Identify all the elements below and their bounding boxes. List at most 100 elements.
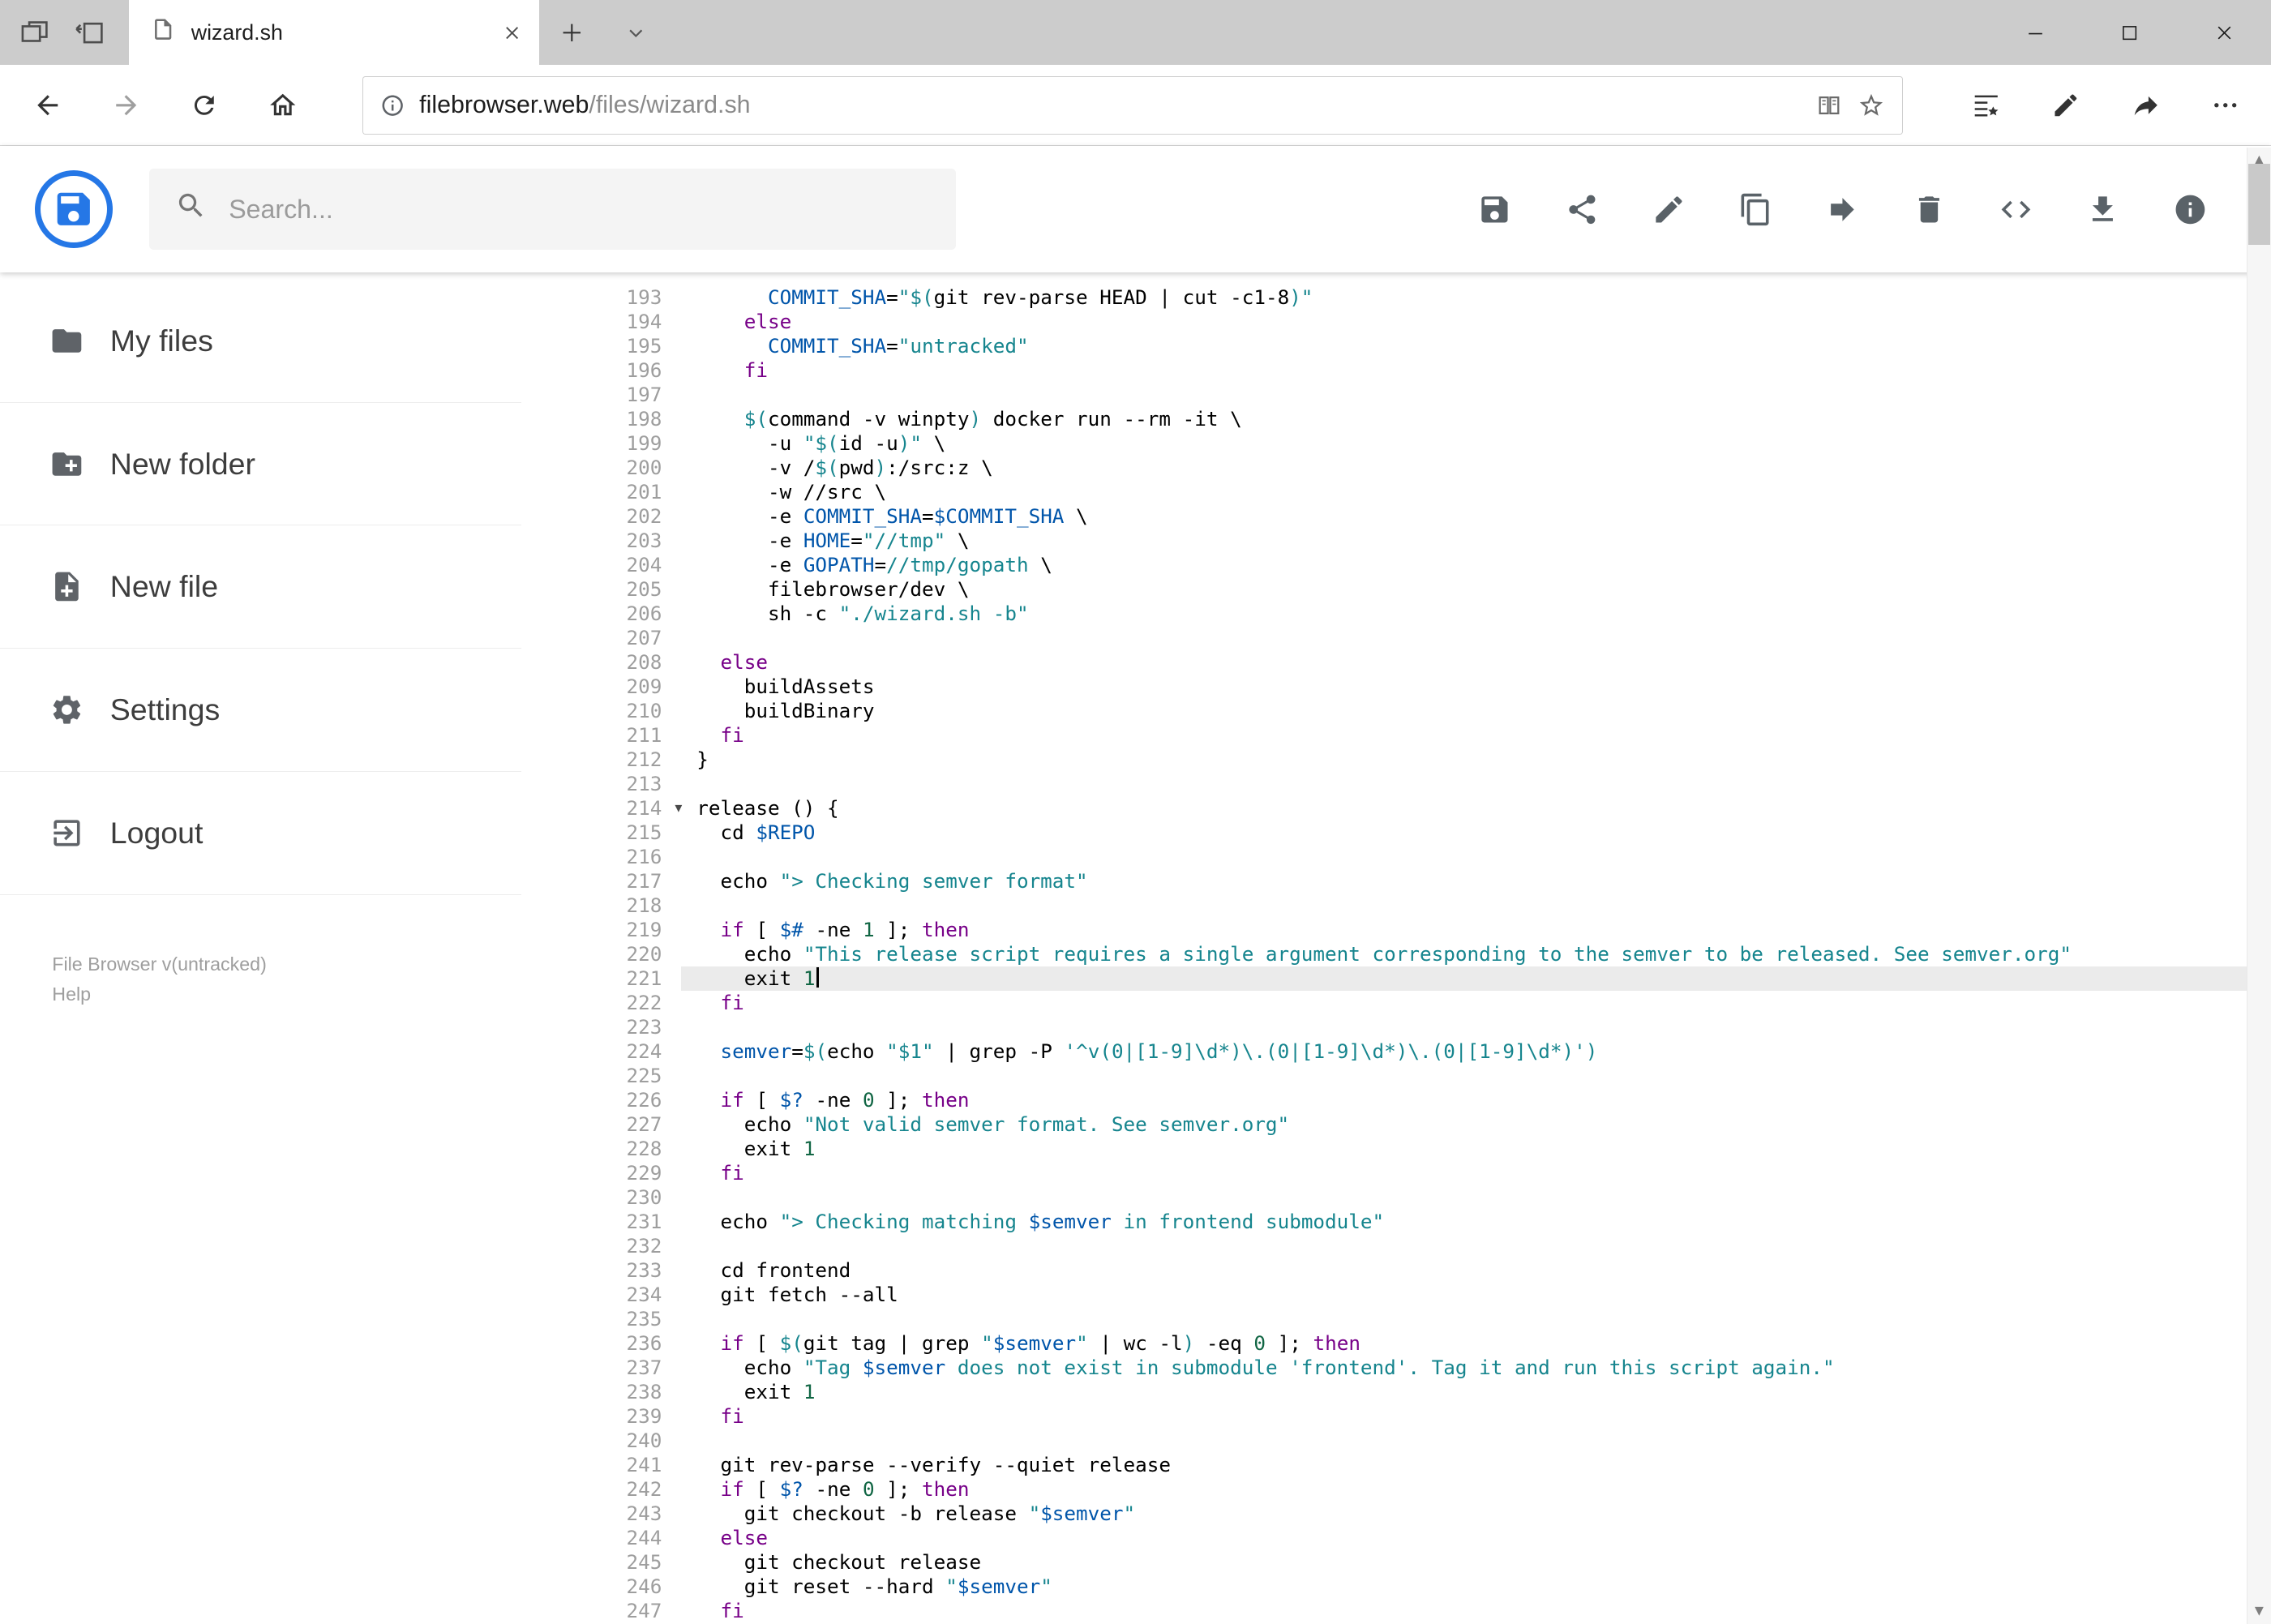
delete-button[interactable] (1912, 192, 1947, 227)
url-text[interactable]: filebrowser.web/files/wizard.sh (419, 92, 1801, 119)
code-line[interactable]: 242 if [ $? -ne 0 ]; then (582, 1477, 2271, 1502)
code-line[interactable]: 241 git rev-parse --verify --quiet relea… (582, 1453, 2271, 1477)
code-line[interactable]: 211 fi (582, 723, 2271, 748)
code-line[interactable]: 229 fi (582, 1161, 2271, 1185)
code-line[interactable]: 238 exit 1 (582, 1380, 2271, 1404)
tab-list-chevron-icon[interactable] (606, 0, 666, 65)
code-line[interactable]: 213 (582, 772, 2271, 796)
fold-arrow-icon[interactable]: ▾ (675, 796, 682, 821)
save-button[interactable] (1477, 192, 1512, 227)
code-button[interactable] (1999, 192, 2033, 227)
code-line[interactable]: 247 fi (582, 1599, 2271, 1623)
favorite-star-icon[interactable] (1858, 92, 1885, 119)
code-line[interactable]: 232 (582, 1234, 2271, 1258)
close-window-button[interactable] (2177, 0, 2271, 65)
code-line[interactable]: 246 git reset --hard "$semver" (582, 1575, 2271, 1599)
edit-button[interactable] (1652, 192, 1686, 227)
code-line[interactable]: 197 (582, 383, 2271, 407)
code-line[interactable]: 219 if [ $# -ne 1 ]; then (582, 918, 2271, 942)
more-options-button[interactable] (2186, 71, 2265, 140)
sidebar-item-settings[interactable]: Settings (0, 649, 522, 773)
back-button[interactable] (9, 71, 87, 140)
code-line[interactable]: 193 COMMIT_SHA="$(git rev-parse HEAD | c… (582, 285, 2271, 310)
scroll-down-icon[interactable]: ▼ (2247, 1599, 2271, 1623)
code-line[interactable]: 206 sh -c "./wizard.sh -b" (582, 602, 2271, 626)
code-line[interactable]: 225 (582, 1064, 2271, 1088)
home-button[interactable] (243, 71, 321, 140)
code-line[interactable]: 220 echo "This release script requires a… (582, 942, 2271, 966)
page-scrollbar[interactable]: ▲ ▼ (2246, 148, 2271, 1624)
search-input[interactable] (229, 194, 930, 225)
web-note-pen-button[interactable] (2026, 71, 2106, 140)
code-line[interactable]: 194 else (582, 310, 2271, 334)
code-line[interactable]: 205 filebrowser/dev \ (582, 577, 2271, 602)
code-line[interactable]: 239 fi (582, 1404, 2271, 1429)
code-line[interactable]: 221 exit 1 (582, 966, 2271, 991)
code-line[interactable]: 212} (582, 748, 2271, 772)
move-button[interactable] (1825, 192, 1860, 227)
code-line[interactable]: 231 echo "> Checking matching $semver in… (582, 1210, 2271, 1234)
code-line[interactable]: 195 COMMIT_SHA="untracked" (582, 334, 2271, 358)
code-line[interactable]: 204 -e GOPATH=//tmp/gopath \ (582, 553, 2271, 577)
code-line[interactable]: 209 buildAssets (582, 675, 2271, 699)
share-page-button[interactable] (2106, 71, 2185, 140)
code-line[interactable]: 244 else (582, 1526, 2271, 1550)
code-line[interactable]: 215 cd $REPO (582, 821, 2271, 845)
download-button[interactable] (2085, 192, 2120, 227)
code-line[interactable]: 236 if [ $(git tag | grep "$semver" | wc… (582, 1331, 2271, 1356)
sidebar-item-logout[interactable]: Logout (0, 772, 522, 895)
code-line[interactable]: 214 ▾ release () { (582, 796, 2271, 821)
code-line[interactable]: 227 echo "Not valid semver format. See s… (582, 1112, 2271, 1137)
code-line[interactable]: 216 (582, 845, 2271, 869)
info-button[interactable] (2173, 192, 2208, 227)
code-line[interactable]: 201 -w //src \ (582, 480, 2271, 504)
code-line[interactable]: 240 (582, 1429, 2271, 1453)
reading-view-icon[interactable] (1815, 92, 1843, 119)
code-line[interactable]: 235 (582, 1307, 2271, 1331)
browser-tab[interactable]: wizard.sh (128, 0, 539, 66)
site-info-icon[interactable] (380, 93, 405, 118)
code-line[interactable]: 243 git checkout -b release "$semver" (582, 1502, 2271, 1526)
minimize-button[interactable] (1989, 0, 2083, 65)
share-button[interactable] (1565, 192, 1600, 227)
tab-close-icon[interactable] (503, 24, 521, 42)
address-bar[interactable]: filebrowser.web/files/wizard.sh (362, 76, 1904, 135)
code-line[interactable]: 207 (582, 626, 2271, 650)
refresh-button[interactable] (165, 71, 243, 140)
scrollbar-thumb[interactable] (2248, 163, 2271, 245)
code-line[interactable]: 196 fi (582, 358, 2271, 383)
code-editor[interactable]: 193 COMMIT_SHA="$(git rev-parse HEAD | c… (582, 272, 2271, 1624)
set-tabs-aside-icon[interactable] (74, 17, 105, 49)
code-line[interactable]: 223 (582, 1015, 2271, 1039)
sidebar-item-new-file[interactable]: New file (0, 525, 522, 649)
code-line[interactable]: 230 (582, 1185, 2271, 1210)
code-line[interactable]: 224 semver=$(echo "$1" | grep -P '^v(0|[… (582, 1039, 2271, 1064)
help-link[interactable]: Help (52, 980, 582, 1009)
code-line[interactable]: 234 git fetch --all (582, 1283, 2271, 1307)
forward-button[interactable] (87, 71, 165, 140)
maximize-button[interactable] (2083, 0, 2177, 65)
new-tab-button[interactable] (539, 0, 606, 65)
tab-preview-icon[interactable] (19, 17, 50, 49)
code-line[interactable]: 200 -v /$(pwd):/src:z \ (582, 456, 2271, 480)
code-line[interactable]: 208 else (582, 650, 2271, 675)
copy-button[interactable] (1738, 192, 1773, 227)
sidebar-item-new-folder[interactable]: New folder (0, 403, 522, 526)
code-line[interactable]: 210 buildBinary (582, 699, 2271, 723)
code-line[interactable]: 217 echo "> Checking semver format" (582, 869, 2271, 893)
search-box[interactable] (148, 169, 956, 251)
code-line[interactable]: 199 -u "$(id -u)" \ (582, 431, 2271, 456)
code-line[interactable]: 237 echo "Tag $semver does not exist in … (582, 1356, 2271, 1380)
code-line[interactable]: 222 fi (582, 991, 2271, 1015)
code-line[interactable]: 203 -e HOME="//tmp" \ (582, 529, 2271, 553)
code-line[interactable]: 228 exit 1 (582, 1137, 2271, 1161)
code-line[interactable]: 226 if [ $? -ne 0 ]; then (582, 1088, 2271, 1112)
code-line[interactable]: 198 $(command -v winpty) docker run --rm… (582, 407, 2271, 431)
code-line[interactable]: 202 -e COMMIT_SHA=$COMMIT_SHA \ (582, 504, 2271, 529)
code-line[interactable]: 218 (582, 893, 2271, 918)
code-line[interactable]: 245 git checkout release (582, 1550, 2271, 1575)
filebrowser-logo[interactable] (34, 169, 114, 249)
code-line[interactable]: 233 cd frontend (582, 1258, 2271, 1283)
hub-favorites-button[interactable] (1947, 71, 2026, 140)
sidebar-item-my-files[interactable]: My files (0, 280, 522, 403)
